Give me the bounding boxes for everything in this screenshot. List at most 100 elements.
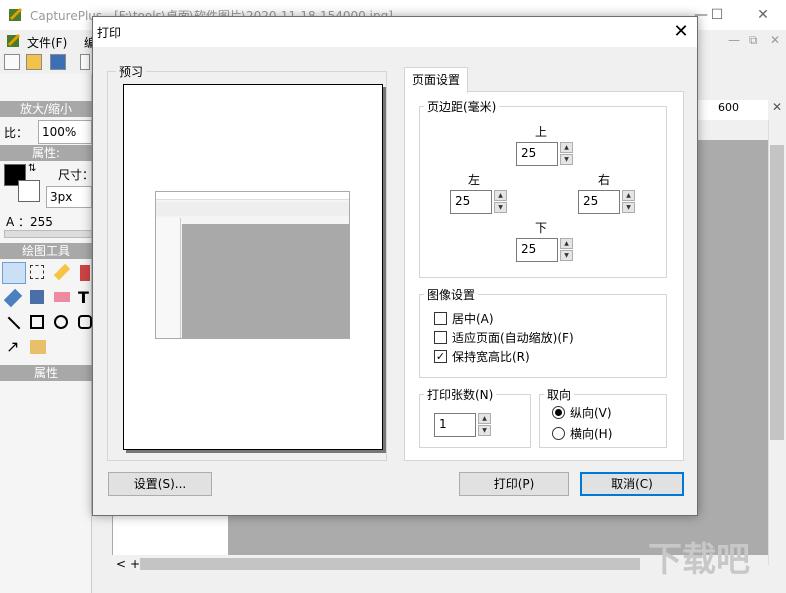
copies-group: 打印张数(N) 1 ▲ ▼ [419, 386, 531, 448]
draw-tools-section-header: 绘图工具 [0, 243, 92, 259]
background-color-swatch[interactable] [18, 180, 40, 202]
margin-top-input[interactable]: 25 [516, 142, 558, 166]
properties2-section-header: 属性 [0, 365, 92, 381]
tab-close-icon[interactable]: ✕ [772, 100, 782, 114]
spin-down-icon[interactable]: ▼ [560, 154, 573, 165]
marker-tool-icon[interactable] [80, 265, 90, 281]
spin-up-icon[interactable]: ▲ [622, 190, 635, 201]
scroll-left-icon[interactable]: < [116, 557, 126, 571]
center-checkbox[interactable] [434, 312, 447, 325]
thumb-canvas [182, 224, 349, 338]
spin-up-icon[interactable]: ▲ [560, 142, 573, 153]
spin-down-icon[interactable]: ▼ [478, 425, 491, 436]
open-folder-icon[interactable] [26, 54, 42, 70]
app-toolbar [0, 52, 92, 74]
mdi-minimize-icon[interactable]: — [728, 33, 740, 47]
image-settings-group: 图像设置 居中(A) 适应页面(自动缩放)(F) ✓ 保持宽高比(R) [419, 286, 667, 378]
preview-thumbnail [155, 191, 350, 339]
margin-right-label: 右 [598, 173, 611, 187]
spin-down-icon[interactable]: ▼ [560, 250, 573, 261]
ruler-top: 600 [698, 100, 768, 120]
copies-spinner: 1 ▲ ▼ [434, 413, 492, 437]
text-tool-icon[interactable]: T [78, 288, 89, 307]
margin-bottom-spinner: 25 ▲ ▼ [516, 238, 574, 262]
image-settings-label: 图像设置 [424, 286, 479, 303]
orientation-label: 取向 [544, 386, 575, 403]
margin-top-spinner: 25 ▲ ▼ [516, 142, 574, 166]
dialog-close-icon[interactable]: ✕ [667, 20, 695, 44]
spin-up-icon[interactable]: ▲ [560, 238, 573, 249]
margins-group: 页边距(毫米) 上 25 ▲ ▼ 左 25 ▲ ▼ 右 25 ▲ ▼ 下 25 [419, 98, 667, 278]
margin-left-input[interactable]: 25 [450, 190, 492, 214]
tab-panel: 页边距(毫米) 上 25 ▲ ▼ 左 25 ▲ ▼ 右 25 ▲ ▼ 下 25 [404, 91, 684, 461]
margin-bottom-input[interactable]: 25 [516, 238, 558, 262]
cancel-button[interactable]: 取消(C) [580, 472, 684, 496]
orientation-group: 取向 纵向(V) 横向(H) [539, 386, 667, 448]
horizontal-scroll-thumb[interactable] [140, 558, 640, 570]
fit-page-checkbox[interactable] [434, 331, 447, 344]
dialog-titlebar: 打印 ✕ [93, 17, 697, 47]
alpha-slider[interactable] [4, 230, 92, 238]
zoom-section-header: 放大/缩小 [0, 101, 92, 117]
margin-left-spinner: 25 ▲ ▼ [450, 190, 508, 214]
print-button[interactable]: 打印(P) [459, 472, 569, 496]
keep-aspect-checkbox[interactable]: ✓ [434, 350, 447, 363]
ruler-left [112, 516, 228, 556]
size-label: 尺寸： [58, 168, 95, 182]
spin-up-icon[interactable]: ▲ [494, 190, 507, 201]
fit-page-label[interactable]: 适应页面(自动缩放)(F) [452, 329, 574, 346]
margin-bottom-label: 下 [535, 221, 548, 235]
ruler-mark: 600 [718, 101, 739, 114]
zoom-select[interactable]: 100% [38, 120, 92, 144]
save-icon[interactable] [50, 54, 66, 70]
preview-page [123, 84, 383, 450]
copies-input[interactable]: 1 [434, 413, 476, 437]
portrait-radio[interactable] [552, 406, 565, 419]
close-icon[interactable]: ✕ [748, 4, 778, 26]
landscape-radio[interactable] [552, 427, 565, 440]
eraser-tool-icon[interactable] [54, 292, 70, 302]
dialog-title: 打印 [97, 26, 122, 40]
new-file-icon[interactable] [4, 54, 20, 70]
ellipse-tool-icon[interactable] [54, 315, 68, 329]
size-select[interactable]: 3px [46, 186, 92, 208]
preview-label: 预习 [116, 63, 147, 80]
maximize-icon[interactable]: ☐ [702, 4, 732, 26]
preview-group: 预习 [107, 63, 387, 461]
app-logo-icon [8, 7, 24, 23]
spin-up-icon[interactable]: ▲ [478, 413, 491, 424]
copies-label: 打印张数(N) [424, 386, 497, 403]
arrow-tool-icon[interactable]: ↗ [6, 337, 19, 356]
vertical-scroll-thumb[interactable] [770, 145, 784, 440]
menu-file[interactable]: 文件(F) [27, 34, 67, 51]
swap-colors-icon[interactable]: ⇅ [28, 163, 36, 174]
margin-top-label: 上 [535, 125, 548, 139]
rounded-rect-tool-icon[interactable] [78, 315, 92, 329]
center-label[interactable]: 居中(A) [452, 310, 494, 327]
zoom-label: 比： [4, 126, 29, 140]
menu-app-icon [6, 33, 22, 49]
margin-right-input[interactable]: 25 [578, 190, 620, 214]
properties-section-header: 属性: [0, 145, 92, 161]
portrait-label[interactable]: 纵向(V) [570, 404, 612, 421]
hand-tool-icon[interactable] [2, 262, 26, 284]
select-tool-icon[interactable] [30, 265, 44, 279]
margins-label: 页边距(毫米) [424, 98, 500, 115]
scroll-add-icon[interactable]: + [130, 557, 140, 571]
stamp-tool-icon[interactable] [30, 340, 46, 354]
thumb-sidebar [156, 218, 181, 338]
mdi-close-icon[interactable]: ✕ [770, 33, 780, 47]
thumb-toolbar [156, 202, 349, 216]
spin-down-icon[interactable]: ▼ [622, 202, 635, 213]
mdi-restore-icon[interactable]: ⧉ [749, 33, 758, 48]
settings-button[interactable]: 设置(S)... [108, 472, 212, 496]
print-icon[interactable] [80, 54, 90, 70]
rectangle-tool-icon[interactable] [30, 315, 44, 329]
landscape-label[interactable]: 横向(H) [570, 425, 612, 442]
fill-tool-icon[interactable] [30, 290, 44, 304]
keep-aspect-label[interactable]: 保持宽高比(R) [452, 348, 530, 365]
alpha-label: A ：255 [6, 215, 53, 229]
tab-page-setup[interactable]: 页面设置 [404, 67, 468, 93]
spin-down-icon[interactable]: ▼ [494, 202, 507, 213]
print-dialog: 打印 ✕ 预习 页面设置 页边距(毫米) 上 25 ▲ ▼ 左 25 ▲ ▼ 右… [92, 16, 698, 516]
